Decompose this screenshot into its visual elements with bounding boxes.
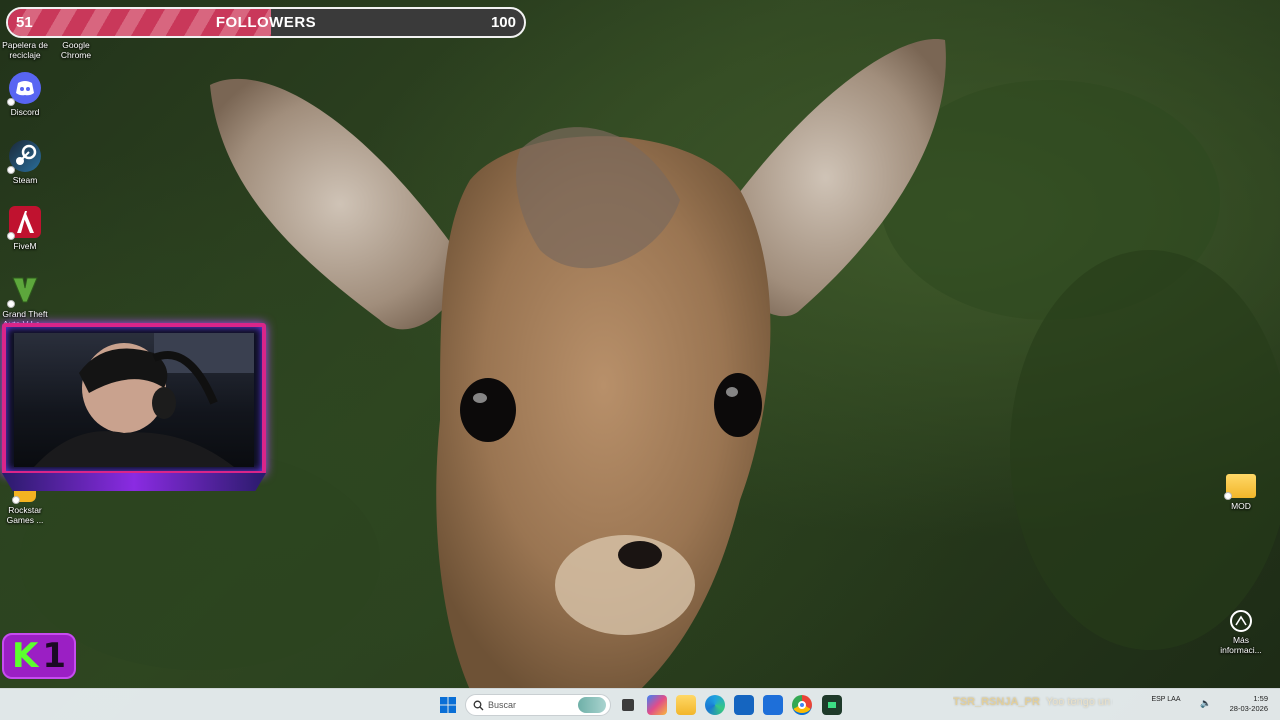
clock-time: 1:59 <box>1253 694 1268 703</box>
chat-ticker: TSR_RSNJA_PR Yoo tengo un encanto <box>953 696 1113 712</box>
taskbar-app-store[interactable] <box>734 695 754 715</box>
webcam-frame-bottom <box>2 473 266 491</box>
gta-v-icon <box>7 274 41 308</box>
desktop-icon-label: Rockstar Games ... <box>6 505 44 525</box>
search-icon <box>473 700 484 711</box>
start-icon <box>440 697 456 713</box>
k1-overlay-badge: K 1 <box>2 633 76 679</box>
followers-title: FOLLOWERS <box>215 14 317 31</box>
taskbar-app-file-explorer[interactable] <box>676 695 696 715</box>
desktop-icon-label: Más informaci... <box>1220 635 1262 655</box>
system-clock[interactable]: 1:59 28-03-2026 <box>1230 694 1268 714</box>
desktop-icon-label: FiveM <box>13 241 37 251</box>
desktop-icon-learn-more[interactable]: Más informaci... <box>1215 610 1267 655</box>
discord-icon <box>7 72 41 106</box>
shortcut-arrow-icon <box>7 300 15 308</box>
shortcut-arrow-icon <box>7 232 15 240</box>
desktop-icon-label: MOD <box>1231 501 1251 511</box>
followers-goal-bar: 51 FOLLOWERS 100 <box>6 7 526 38</box>
taskbar-app-chrome[interactable] <box>792 695 812 715</box>
language-indicator[interactable]: ESP LAA <box>1148 695 1184 704</box>
steam-icon <box>7 140 41 174</box>
desktop-icon-label: Papelera de reciclaje <box>2 40 48 60</box>
desktop-icon-discord[interactable]: Discord <box>0 72 51 117</box>
folder-icon <box>1224 474 1256 500</box>
learn-more-icon <box>1230 610 1252 632</box>
start-button[interactable] <box>440 697 456 713</box>
desktop-icon-gta-v[interactable]: Grand Theft Auto V Le... <box>0 274 51 329</box>
webcam-overlay <box>2 323 266 491</box>
ticker-username: TSR_RSNJA_PR <box>953 696 1040 708</box>
taskbar-app-task-view[interactable] <box>618 695 638 715</box>
shortcut-arrow-icon <box>7 166 15 174</box>
followers-goal: 100 <box>490 14 516 31</box>
shortcut-arrow-icon <box>12 496 20 504</box>
desktop-icon-label: Discord <box>10 107 40 117</box>
taskbar-app-copilot[interactable] <box>647 695 667 715</box>
fivem-icon <box>7 206 41 240</box>
badge-number: 1 <box>42 636 67 676</box>
desktop-icon-label: Google Chrome <box>60 40 92 60</box>
taskbar-app-outlook[interactable] <box>763 695 783 715</box>
badge-letter: K <box>11 636 39 676</box>
desktop-icon-mod-folder[interactable]: MOD <box>1215 474 1267 511</box>
taskbar-search[interactable] <box>465 694 611 716</box>
webcam-feed <box>14 333 254 467</box>
taskbar-app-edge[interactable] <box>705 695 725 715</box>
chrome-icon <box>798 701 806 709</box>
ticker-message: Yoo tengo un encanto <box>1045 696 1113 708</box>
desktop-icon-steam[interactable]: Steam <box>0 140 51 185</box>
volume-icon[interactable]: 🔈 <box>1200 698 1211 709</box>
search-input[interactable] <box>488 697 568 713</box>
clock-date: 28-03-2026 <box>1229 704 1268 713</box>
task-view-icon <box>622 699 634 711</box>
desktop-icon-recycle-bin[interactable]: Papelera de reciclaje <box>0 40 51 60</box>
app-icon <box>828 702 836 708</box>
shortcut-arrow-icon <box>1224 492 1232 500</box>
taskbar-app-terminal[interactable] <box>822 695 842 715</box>
desktop-icon-label: Steam <box>12 175 38 185</box>
desktop-icon-fivem[interactable]: FiveM <box>0 206 51 251</box>
shortcut-arrow-icon <box>7 98 15 106</box>
desktop-icon-chrome[interactable]: Google Chrome <box>50 40 102 60</box>
search-highlight-icon <box>578 697 606 713</box>
taskbar: TSR_RSNJA_PR Yoo tengo un encanto ESP LAA… <box>0 688 1280 720</box>
